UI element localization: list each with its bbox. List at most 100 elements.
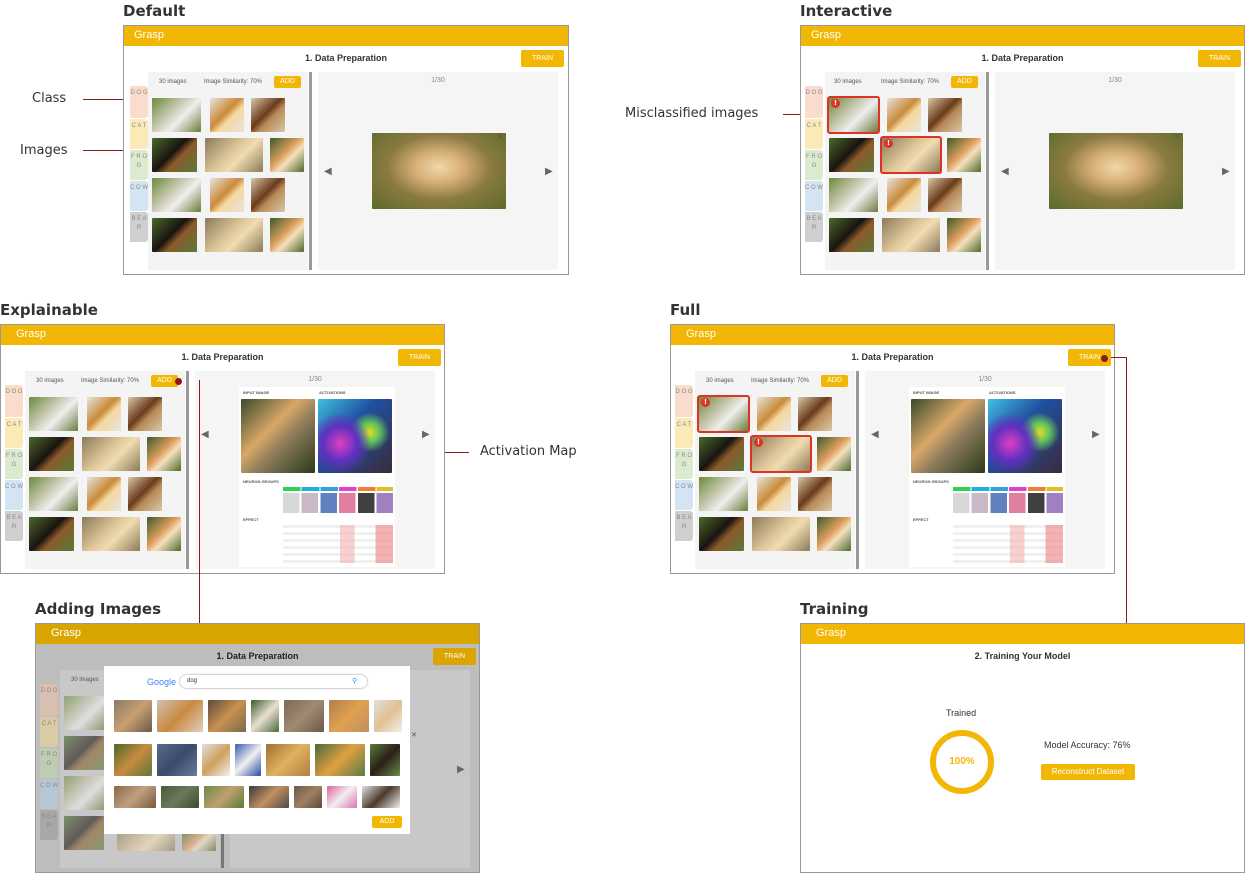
tab-cat[interactable]: C A T <box>675 418 693 448</box>
thumbnail[interactable] <box>699 477 748 511</box>
thumbnail[interactable] <box>757 397 791 431</box>
next-arrow-icon[interactable]: ▶ <box>1222 166 1230 177</box>
thumbnail[interactable] <box>82 517 140 551</box>
thumbnail[interactable] <box>29 397 78 431</box>
add-button[interactable]: ADD <box>151 375 178 387</box>
search-input[interactable]: dog <box>187 678 197 684</box>
close-icon[interactable]: ✕ <box>411 732 417 739</box>
thumbnail[interactable] <box>928 178 962 212</box>
thumbnail[interactable] <box>210 178 244 212</box>
tab-cow[interactable]: C O W <box>5 480 23 510</box>
thumbnail[interactable] <box>87 397 121 431</box>
thumbnail[interactable] <box>947 138 981 172</box>
thumbnail[interactable] <box>210 98 244 132</box>
thumbnail[interactable] <box>928 98 962 132</box>
tab-dog[interactable]: D O G <box>40 684 58 716</box>
thumbnail[interactable] <box>29 437 74 471</box>
add-button[interactable]: ADD <box>951 76 978 88</box>
train-button[interactable]: TRAIN <box>398 349 441 366</box>
next-arrow-icon[interactable]: ▶ <box>457 764 465 775</box>
tab-frog[interactable]: F R O G <box>675 449 693 479</box>
tab-cat[interactable]: C A T <box>805 119 823 149</box>
thumbnail[interactable] <box>251 178 285 212</box>
tab-dog[interactable]: D O G <box>130 86 148 118</box>
tab-bear[interactable]: B E A R <box>675 511 693 541</box>
tab-bear[interactable]: B E A R <box>5 511 23 541</box>
add-button[interactable]: ADD <box>821 375 848 387</box>
thumbnail[interactable] <box>82 437 140 471</box>
next-arrow-icon[interactable]: ▶ <box>422 429 430 440</box>
train-button[interactable]: TRAIN <box>1198 50 1241 67</box>
tab-dog[interactable]: D O G <box>805 86 823 118</box>
thumbnail[interactable] <box>887 98 921 132</box>
train-button[interactable]: TRAIN <box>433 648 476 665</box>
tab-cat[interactable]: C A T <box>5 418 23 448</box>
tab-frog[interactable]: F R O G <box>130 150 148 180</box>
prev-arrow-icon[interactable]: ◀ <box>871 429 879 440</box>
close-icon[interactable]: ✕ <box>497 134 503 141</box>
thumbnail[interactable] <box>29 477 78 511</box>
thumbnail[interactable] <box>64 776 104 810</box>
tab-frog[interactable]: F R O G <box>5 449 23 479</box>
reconstruct-dataset-button[interactable]: Reconstruct Dataset <box>1041 764 1135 780</box>
thumbnail[interactable] <box>128 477 162 511</box>
scrollbar[interactable] <box>186 371 189 569</box>
thumbnail[interactable] <box>757 477 791 511</box>
prev-arrow-icon[interactable]: ◀ <box>201 429 209 440</box>
next-arrow-icon[interactable]: ▶ <box>545 166 553 177</box>
tab-bear[interactable]: B E A R <box>130 212 148 242</box>
tab-frog[interactable]: F R O G <box>40 748 58 778</box>
thumbnail[interactable] <box>64 816 104 850</box>
next-arrow-icon[interactable]: ▶ <box>1092 429 1100 440</box>
thumbnail[interactable] <box>752 517 810 551</box>
thumbnail[interactable] <box>270 218 304 252</box>
thumbnail[interactable] <box>64 696 104 730</box>
tab-dog[interactable]: D O G <box>675 385 693 417</box>
tab-cow[interactable]: C O W <box>130 181 148 211</box>
thumbnail[interactable] <box>147 517 181 551</box>
thumbnail[interactable] <box>798 477 832 511</box>
search-icon[interactable]: ⚲ <box>352 677 357 685</box>
thumbnail[interactable] <box>29 517 74 551</box>
thumbnail[interactable] <box>798 397 832 431</box>
thumbnail[interactable] <box>887 178 921 212</box>
thumbnail[interactable] <box>152 178 201 212</box>
tab-cat[interactable]: C A T <box>130 119 148 149</box>
thumbnail[interactable] <box>64 736 104 770</box>
thumbnail[interactable] <box>947 218 981 252</box>
thumbnail[interactable] <box>251 98 285 132</box>
thumbnail[interactable] <box>205 138 263 172</box>
tab-cow[interactable]: C O W <box>40 779 58 809</box>
thumbnail[interactable] <box>829 178 878 212</box>
thumbnail[interactable] <box>817 437 851 471</box>
dialog-add-button[interactable]: ADD <box>372 816 402 828</box>
tab-dog[interactable]: D O G <box>5 385 23 417</box>
add-button[interactable]: ADD <box>274 76 301 88</box>
thumbnail[interactable] <box>699 517 744 551</box>
tab-bear[interactable]: B E A R <box>40 810 58 840</box>
thumbnail[interactable] <box>829 218 874 252</box>
tab-cow[interactable]: C O W <box>805 181 823 211</box>
tab-cow[interactable]: C O W <box>675 480 693 510</box>
close-icon[interactable]: ✕ <box>1174 134 1180 141</box>
thumbnail[interactable] <box>152 98 201 132</box>
train-button[interactable]: TRAIN <box>521 50 564 67</box>
tab-frog[interactable]: F R O G <box>805 150 823 180</box>
search-bar[interactable]: dog ⚲ <box>180 675 367 688</box>
thumbnail[interactable] <box>882 218 940 252</box>
scrollbar[interactable] <box>856 371 859 569</box>
tab-bear[interactable]: B E A R <box>805 212 823 242</box>
thumbnail[interactable] <box>699 437 744 471</box>
prev-arrow-icon[interactable]: ◀ <box>1001 166 1009 177</box>
thumbnail[interactable] <box>152 218 197 252</box>
thumbnail[interactable] <box>128 397 162 431</box>
tab-cat[interactable]: C A T <box>40 717 58 747</box>
thumbnail[interactable] <box>87 477 121 511</box>
thumbnail[interactable] <box>270 138 304 172</box>
thumbnail[interactable] <box>152 138 197 172</box>
prev-arrow-icon[interactable]: ◀ <box>324 166 332 177</box>
scrollbar[interactable] <box>986 72 989 270</box>
thumbnail[interactable] <box>147 437 181 471</box>
scrollbar[interactable] <box>309 72 312 270</box>
thumbnail[interactable] <box>817 517 851 551</box>
